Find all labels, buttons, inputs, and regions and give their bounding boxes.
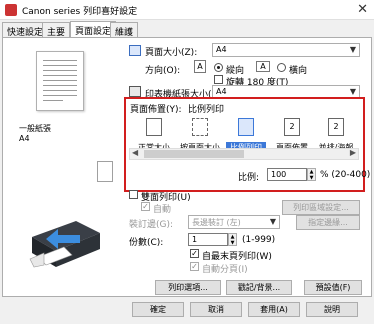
- apply-button[interactable]: 套用(A): [248, 302, 300, 317]
- chevron-down-icon: ▼: [269, 217, 276, 226]
- scaled-icon: [238, 118, 254, 136]
- chevron-down-icon: ▼: [349, 87, 356, 96]
- paper-type: 一般紙張: [19, 124, 51, 133]
- ok-button[interactable]: 確定: [132, 302, 184, 317]
- landscape-label: 橫向: [289, 66, 308, 76]
- binding-label: 裝訂邊(G):: [129, 220, 174, 230]
- page-size-label: 頁面大小(Z):: [145, 48, 198, 58]
- tab-maintenance[interactable]: 維護: [110, 22, 139, 38]
- portrait-radio[interactable]: [214, 63, 223, 72]
- print-options-button[interactable]: 列印選項...: [155, 280, 221, 295]
- paper-icon: [97, 161, 113, 182]
- copies-label: 份數(C):: [129, 238, 164, 248]
- page-size-icon: [129, 45, 141, 56]
- rotate-180-checkbox[interactable]: [214, 75, 223, 84]
- scale-spinner[interactable]: ▲ ▼: [307, 168, 316, 181]
- canon-printer-icon: [5, 4, 17, 16]
- binding-value: 長邊裝訂 (左): [192, 218, 241, 227]
- tiling-poster-icon: 2: [328, 118, 344, 136]
- copies-value: 1: [192, 235, 198, 244]
- scale-range: % (20-400): [320, 170, 371, 180]
- scale-input[interactable]: 100: [267, 168, 307, 181]
- printer-illustration: [24, 207, 104, 273]
- landscape-radio[interactable]: [277, 63, 286, 72]
- normal-size-icon: [146, 118, 162, 136]
- scroll-left-icon[interactable]: ◀: [132, 148, 138, 157]
- help-button[interactable]: 說明: [306, 302, 358, 317]
- print-area-button[interactable]: 列印區域設定...: [282, 200, 360, 215]
- scale-value: 100: [271, 170, 287, 179]
- duplex-auto-label: 自動: [153, 205, 172, 215]
- reverse-order-label: 自最末頁列印(W): [202, 252, 272, 262]
- copies-input[interactable]: 1: [188, 233, 228, 246]
- layout-scrollbar[interactable]: ◀ ▶: [129, 148, 359, 160]
- fit-to-page-icon: [192, 118, 208, 136]
- portrait-icon: A: [194, 60, 206, 73]
- page-layout-icon: 2: [284, 118, 300, 136]
- scale-label: 比例:: [238, 173, 260, 183]
- orientation-label: 方向(O):: [145, 66, 181, 76]
- title-bar: Canon series 列印喜好設定 ✕: [0, 0, 374, 20]
- close-icon[interactable]: ✕: [357, 2, 368, 17]
- tab-main[interactable]: 主要: [42, 22, 71, 38]
- collate-label: 自動分頁(I): [202, 265, 248, 275]
- chevron-down-icon: ▼: [349, 45, 356, 54]
- scroll-right-icon[interactable]: ▶: [350, 148, 356, 157]
- page-size-value: A4: [216, 45, 227, 54]
- paper-size: A4: [19, 134, 30, 143]
- preview-page: [36, 51, 84, 111]
- page-size-dropdown[interactable]: A4 ▼: [212, 43, 360, 57]
- page-layout-label: 頁面佈置(Y):: [130, 105, 182, 115]
- paper-type-label: 一般紙張 A4: [19, 124, 51, 144]
- window-title: Canon series 列印喜好設定: [22, 7, 138, 17]
- defaults-button[interactable]: 預設值(F): [304, 280, 362, 295]
- scrollbar-thumb[interactable]: [144, 150, 244, 158]
- duplex-checkbox[interactable]: [129, 190, 138, 199]
- reverse-order-checkbox[interactable]: ✓: [190, 249, 199, 258]
- stamp-background-button[interactable]: 戳記/背景...: [226, 280, 292, 295]
- printer-paper-value: A4: [216, 87, 227, 96]
- copies-range: (1-999): [242, 235, 276, 245]
- page-layout-current: 比例列印: [188, 105, 225, 115]
- cancel-button[interactable]: 取消: [190, 302, 242, 317]
- binding-dropdown[interactable]: 長邊裝訂 (左) ▼: [188, 215, 280, 229]
- landscape-icon: A: [256, 61, 270, 72]
- printer-paper-icon: [129, 86, 141, 97]
- duplex-auto-checkbox[interactable]: ✓: [141, 202, 150, 211]
- specify-margin-button[interactable]: 指定邊緣...: [296, 215, 360, 230]
- copies-spinner[interactable]: ▲ ▼: [228, 233, 237, 246]
- collate-checkbox[interactable]: ✓: [190, 262, 199, 271]
